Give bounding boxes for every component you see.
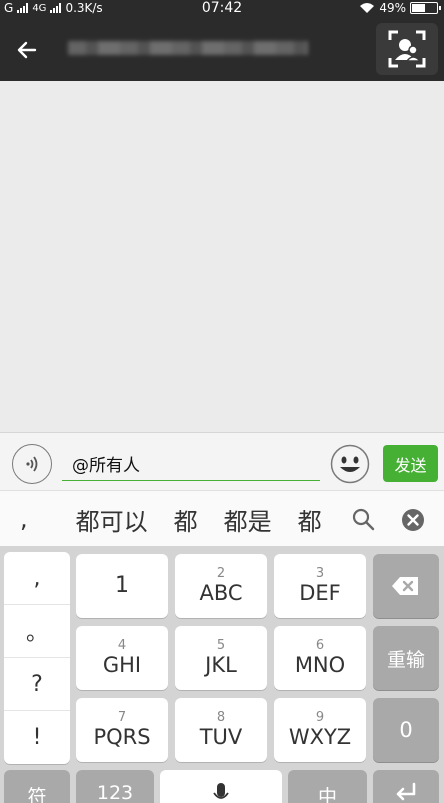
- punctuation-key[interactable]: ?: [4, 658, 70, 711]
- message-input-bar: 发送: [0, 432, 444, 490]
- arrow-left-icon: [17, 41, 37, 59]
- person-scan-icon: [388, 30, 426, 68]
- candidate-item[interactable]: 都可以: [76, 502, 148, 537]
- message-input[interactable]: [62, 447, 320, 481]
- wifi-icon: [360, 3, 375, 13]
- retype-key[interactable]: 重输: [373, 626, 439, 690]
- emoji-button[interactable]: [330, 444, 370, 484]
- blurred-chat-title: [68, 41, 308, 55]
- enter-key[interactable]: [373, 770, 439, 803]
- chat-messages-area[interactable]: [0, 81, 444, 432]
- candidate-list: , 都可以 都 都是 都: [0, 491, 340, 546]
- key-4[interactable]: 4 GHI: [76, 626, 168, 690]
- key-number: 7: [117, 710, 127, 725]
- key-5[interactable]: 5 JKL: [175, 626, 267, 690]
- voice-wave-icon: [26, 456, 38, 472]
- candidate-item[interactable]: 都: [174, 502, 198, 537]
- key-label: ABC: [199, 581, 243, 605]
- key-2[interactable]: 2 ABC: [175, 554, 267, 618]
- key-label: GHI: [102, 653, 142, 677]
- symbol-key[interactable]: 符: [4, 770, 70, 803]
- key-label: PQRS: [93, 725, 151, 749]
- candidate-bar: , 都可以 都 都是 都: [0, 490, 444, 546]
- number-mode-key[interactable]: 123: [76, 770, 154, 803]
- key-label: WXYZ: [288, 725, 352, 749]
- voice-input-button[interactable]: [12, 444, 52, 484]
- key-8[interactable]: 8 TUV: [175, 698, 267, 762]
- key-9[interactable]: 9 WXYZ: [274, 698, 366, 762]
- key-7[interactable]: 7 PQRS: [76, 698, 168, 762]
- language-key[interactable]: 中: [288, 770, 367, 803]
- group-info-button[interactable]: [376, 23, 438, 75]
- enter-icon: [396, 782, 416, 801]
- key-label: TUV: [199, 725, 243, 749]
- key-label: JKL: [205, 653, 237, 677]
- status-bar: G 4G 0.3K/s 07:42 49%: [0, 0, 444, 17]
- key-label: MNO: [294, 653, 346, 677]
- chat-header: [0, 17, 444, 81]
- candidate-search-button[interactable]: [349, 505, 379, 535]
- delete-key[interactable]: [373, 554, 439, 618]
- key-number: 9: [315, 710, 325, 725]
- search-icon: [352, 508, 375, 531]
- ime-keyboard: , 。 ? ! 1 2 ABC 3 DEF 4 GHI 5 JKL 6 MNO …: [0, 546, 444, 803]
- smiley-icon: [330, 444, 370, 484]
- close-circle-icon: [402, 509, 424, 531]
- punctuation-key[interactable]: 。: [4, 605, 70, 658]
- microphone-icon: [213, 783, 229, 799]
- key-number: 4: [117, 638, 127, 653]
- candidate-item[interactable]: 都是: [224, 502, 272, 537]
- key-number: 8: [216, 710, 226, 725]
- space-key[interactable]: [160, 770, 282, 803]
- key-1[interactable]: 1: [76, 554, 168, 618]
- candidate-item[interactable]: 都: [298, 502, 322, 537]
- candidate-close-button[interactable]: [398, 505, 428, 535]
- punctuation-key[interactable]: !: [4, 711, 70, 764]
- key-6[interactable]: 6 MNO: [274, 626, 366, 690]
- key-number: 2: [216, 566, 226, 581]
- key-number: 6: [315, 638, 325, 653]
- send-button[interactable]: 发送: [383, 445, 438, 482]
- key-label: 1: [115, 573, 129, 598]
- key-number: 3: [315, 566, 325, 581]
- battery-percent: 49%: [379, 1, 406, 15]
- battery-icon: [410, 2, 441, 14]
- back-button[interactable]: [10, 33, 44, 67]
- key-number: 5: [216, 638, 226, 653]
- status-right: 49%: [359, 1, 441, 15]
- backspace-icon: [392, 577, 418, 595]
- punctuation-column[interactable]: , 。 ? !: [4, 552, 70, 764]
- key-label: DEF: [299, 581, 341, 605]
- candidate-item[interactable]: ,: [20, 505, 28, 533]
- key-3[interactable]: 3 DEF: [274, 554, 366, 618]
- punctuation-key[interactable]: ,: [4, 552, 70, 605]
- zero-key[interactable]: 0: [373, 698, 439, 762]
